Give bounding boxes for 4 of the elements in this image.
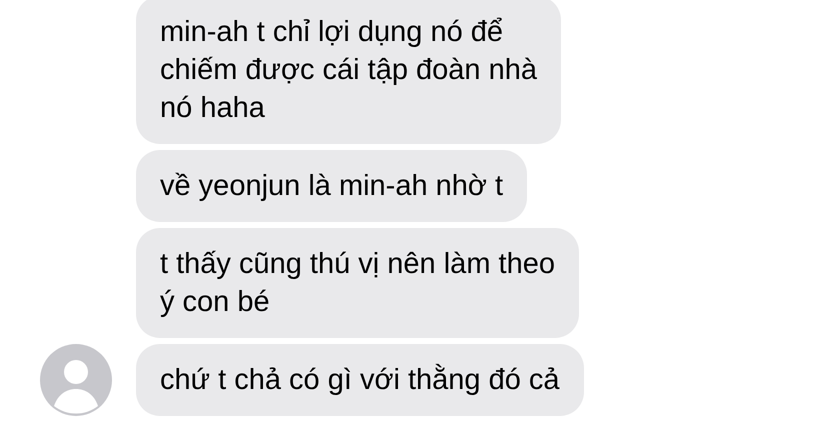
message-bubble: min-ah t chỉ lợi dụng nó để chiếm được cái tập đoàn nhà nó haha [136, 0, 561, 144]
message-bubble: về yeonjun là min-ah nhờ t [136, 150, 528, 222]
message-bubble: t thấy cũng thú vị nên làm theo ý con bé [136, 228, 579, 338]
message-bubble: chứ t chả có gì với thằng đó cả [136, 344, 584, 416]
